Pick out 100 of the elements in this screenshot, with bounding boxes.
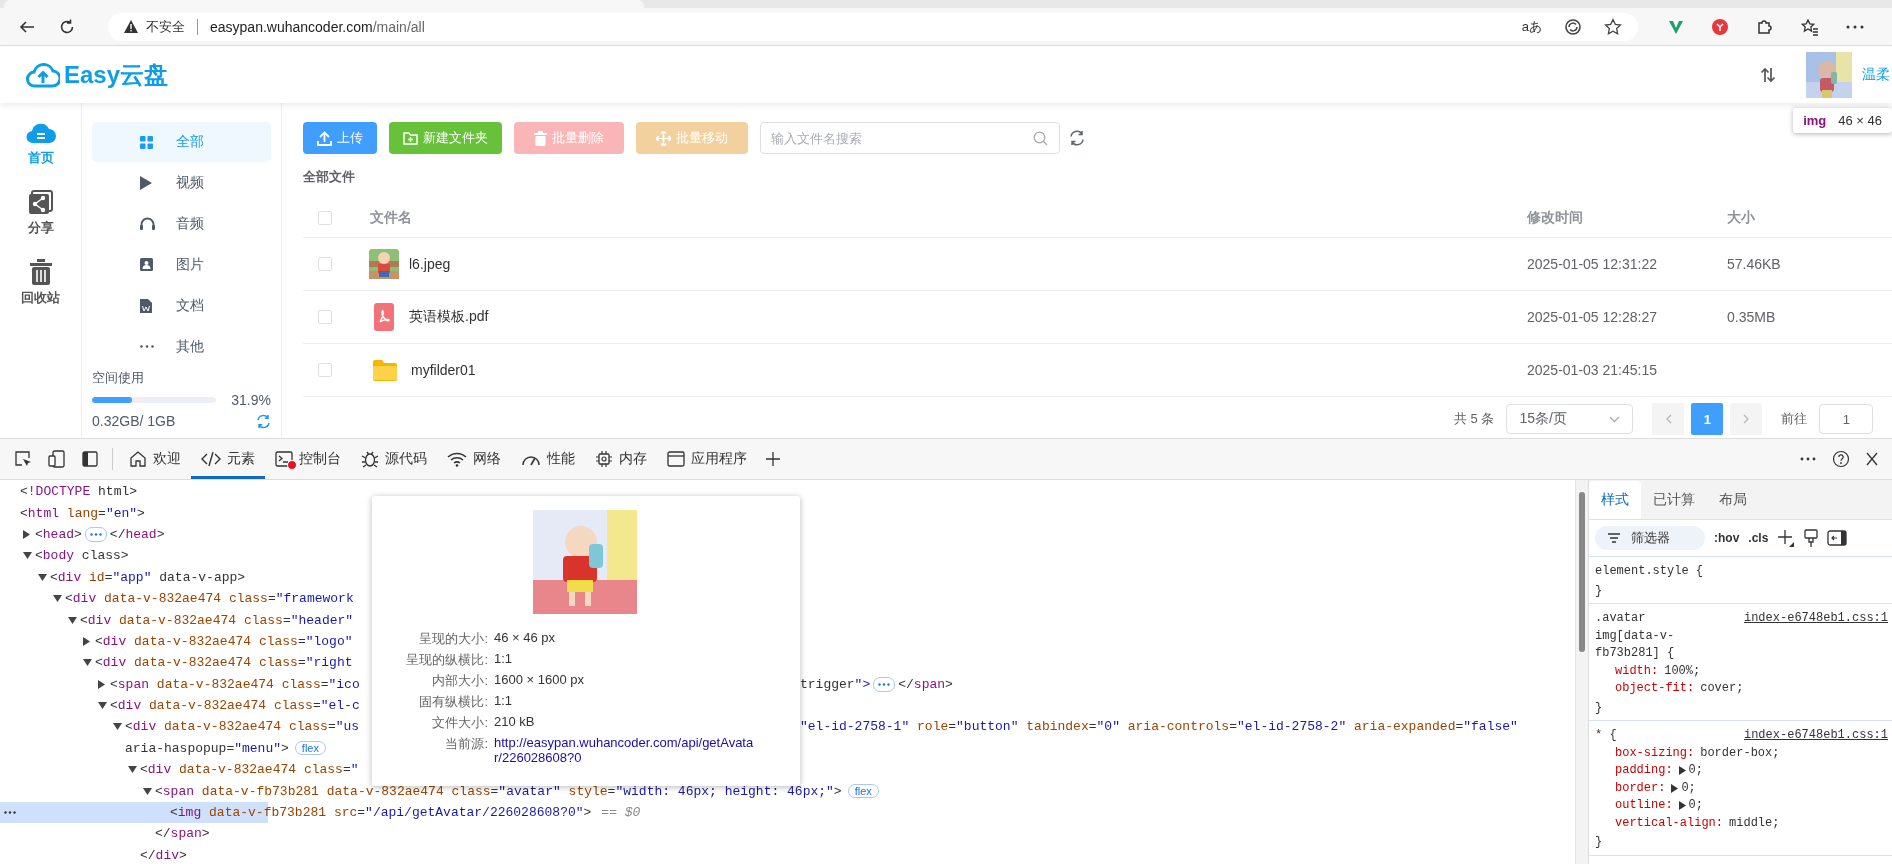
css-value[interactable]: 100%;: [1664, 662, 1701, 680]
devtools-tab[interactable]: 应用程序: [657, 439, 757, 479]
nav-item[interactable]: 回收站: [21, 259, 60, 307]
collapsed-content-badge[interactable]: [84, 526, 107, 542]
more-icon[interactable]: [1846, 24, 1864, 29]
code-line[interactable]: trigger">: [800, 676, 871, 692]
file-name[interactable]: l6.jpeg: [409, 256, 451, 272]
code-line[interactable]: <div data-v-832ae474 class=": [140, 762, 359, 778]
sidebar-toggle-icon[interactable]: [1827, 530, 1848, 546]
select-all-checkbox[interactable]: [318, 210, 332, 225]
devtools-tab[interactable]: 元素: [191, 439, 265, 479]
round-extension-icon[interactable]: [1711, 17, 1729, 36]
address-field[interactable]: 不安全 easypan.wuhancoder.com/main/all aあ: [108, 12, 1638, 41]
source-link[interactable]: index-e6748eb1.css:1: [1743, 610, 1888, 663]
devtools-tab[interactable]: 内存: [585, 439, 657, 479]
css-property[interactable]: border:: [1615, 779, 1666, 797]
code-line[interactable]: <span data-v-fb73b281 data-v-832ae474 class="avatar" style="width: 46px; height: 46px;">: [155, 783, 842, 799]
code-line[interactable]: <html lang="en">: [20, 505, 145, 521]
code-line[interactable]: </div>: [140, 847, 187, 863]
code-line[interactable]: </span>: [898, 676, 953, 692]
devtools-tab[interactable]: 网络: [437, 439, 511, 479]
styles-tab[interactable]: 样式: [1589, 481, 1641, 519]
css-property[interactable]: width:: [1615, 662, 1659, 680]
code-line[interactable]: <div data-v-832ae474 class="el-c: [110, 698, 360, 714]
filter-field[interactable]: 筛选器: [1595, 526, 1705, 550]
inspect-icon[interactable]: [14, 450, 32, 468]
source-link[interactable]: index-e6748eb1.css:1: [1743, 727, 1888, 745]
code-line[interactable]: aria-haspopup="menu">: [125, 740, 289, 756]
add-icon[interactable]: [1777, 529, 1796, 547]
expand-triangle-icon[interactable]: [143, 787, 152, 795]
expand-triangle-icon[interactable]: [38, 573, 47, 581]
class-button[interactable]: .cls: [1748, 531, 1769, 545]
expand-triangle-icon[interactable]: [68, 616, 77, 624]
code-line[interactable]: <!DOCTYPE html>: [20, 484, 138, 500]
css-property[interactable]: object-fit:: [1615, 680, 1695, 698]
code-line[interactable]: <div data-v-832ae474 class="logo": [95, 633, 353, 649]
devtools-tab[interactable]: 欢迎: [119, 439, 191, 479]
file-name[interactable]: 英语模板.pdf: [409, 308, 489, 326]
css-property[interactable]: vertical-align:: [1615, 814, 1724, 832]
refresh-icon[interactable]: [1069, 130, 1085, 146]
code-line[interactable]: </span>: [155, 826, 210, 842]
expand-triangle-icon[interactable]: [128, 766, 137, 774]
page-input[interactable]: 1: [1819, 404, 1874, 434]
category-item[interactable]: 图片: [92, 244, 271, 285]
hover-state-button[interactable]: :hov: [1714, 531, 1740, 545]
code-line[interactable]: <body class>: [35, 548, 129, 564]
expand-triangle-icon[interactable]: [53, 595, 62, 603]
collapsed-triangle-icon[interactable]: [23, 529, 30, 539]
code-line[interactable]: </head>: [109, 526, 165, 542]
category-item[interactable]: 视频: [92, 162, 271, 203]
paint-brush-icon[interactable]: [1804, 529, 1819, 547]
code-line[interactable]: <div data-v-832ae474 class="right: [95, 655, 353, 671]
devtools-tab[interactable]: 源代码: [351, 439, 437, 479]
expand-triangle-icon[interactable]: [83, 659, 92, 667]
code-line[interactable]: "el-id-2758-1" role="button" tabindex="0" aria-controls="el-id-2758-2" aria-expanded="false": [800, 719, 1518, 735]
collapsed-content-badge[interactable]: [873, 676, 896, 692]
add-icon[interactable]: [765, 451, 781, 467]
devtools-tab[interactable]: 性能: [511, 439, 585, 479]
row-checkbox[interactable]: [318, 363, 332, 377]
sort-icon[interactable]: [1760, 66, 1776, 83]
collapsed-triangle-icon[interactable]: [98, 679, 105, 689]
nav-item[interactable]: 分享: [27, 189, 54, 237]
puzzle-icon[interactable]: [1756, 17, 1774, 36]
code-line[interactable]: <div data-v-832ae474 class="header": [80, 612, 354, 628]
styles-tab[interactable]: 布局: [1707, 481, 1759, 519]
more-icon[interactable]: [1800, 457, 1816, 461]
category-item[interactable]: 音频: [92, 203, 271, 244]
scrollbar[interactable]: [1575, 480, 1588, 864]
search-field[interactable]: 输入文件名搜索: [760, 122, 1060, 154]
row-checkbox[interactable]: [318, 310, 332, 324]
row-checkbox[interactable]: [318, 257, 332, 271]
code-line[interactable]: <div id="app" data-v-app>: [50, 569, 246, 585]
device-icon[interactable]: [48, 450, 66, 468]
refresh-icon[interactable]: [58, 17, 76, 36]
read-aloud-icon[interactable]: aあ: [1521, 17, 1542, 36]
more-icon[interactable]: [4, 810, 16, 814]
css-value[interactable]: 0;: [1688, 797, 1703, 815]
css-property[interactable]: outline:: [1615, 797, 1673, 815]
v-shape-icon[interactable]: [1668, 18, 1684, 35]
css-value[interactable]: 0;: [1688, 762, 1703, 780]
css-value[interactable]: cover;: [1700, 680, 1744, 698]
collapsed-triangle-icon[interactable]: [83, 636, 90, 646]
code-line[interactable]: <div data-v-832ae474 class="framework: [65, 591, 354, 607]
css-property[interactable]: box-sizing:: [1615, 744, 1695, 762]
expand-triangle-icon[interactable]: [98, 702, 107, 710]
styles-tab[interactable]: 已计算: [1641, 481, 1707, 519]
dock-panel-icon[interactable]: [82, 451, 98, 467]
category-item[interactable]: 文档: [92, 285, 271, 326]
expand-triangle-icon[interactable]: [113, 723, 122, 731]
devtools-tab[interactable]: 控制台: [265, 439, 351, 479]
css-value[interactable]: border-box;: [1700, 744, 1780, 762]
page-size-select[interactable]: 15条/页: [1506, 404, 1634, 434]
css-property[interactable]: padding:: [1615, 762, 1673, 780]
code-line[interactable]: <span data-v-832ae474 class="ico: [110, 676, 372, 692]
css-value[interactable]: 0;: [1681, 779, 1696, 797]
source-link[interactable]: http://easypan.wuhancoder.com/api/getAvatar/226028608?0: [494, 735, 756, 765]
css-value[interactable]: middle;: [1729, 814, 1780, 832]
code-line[interactable]: <div data-v-832ae474 class="us: [125, 719, 372, 735]
code-line[interactable]: <img data-v-fb73b281 src="/api/getAvatar/226028608?0">: [170, 805, 592, 821]
close-icon[interactable]: [1866, 452, 1878, 466]
